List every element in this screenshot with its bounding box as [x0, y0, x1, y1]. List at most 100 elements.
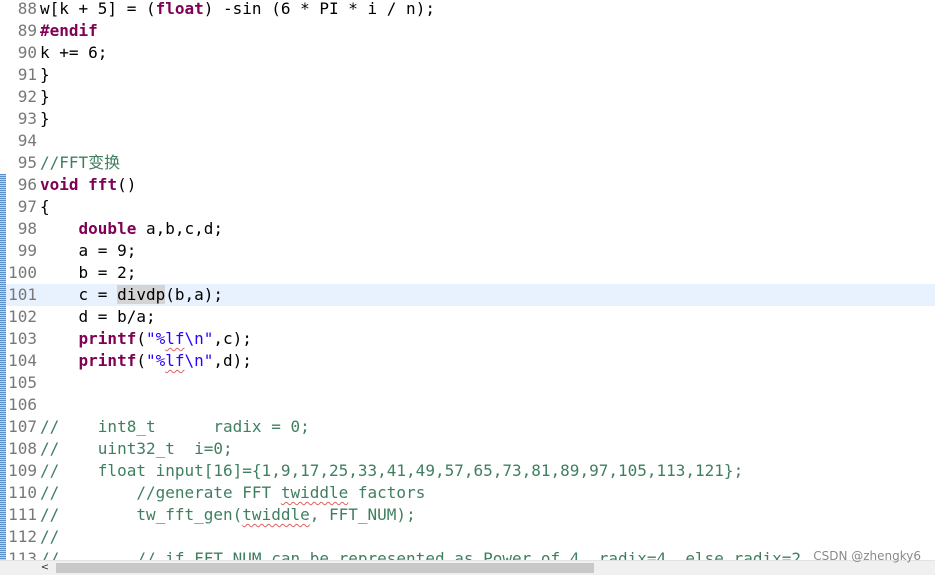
code-line[interactable]: 92}: [0, 86, 935, 108]
code-text: //: [40, 526, 59, 548]
code-token: ,d);: [213, 351, 252, 370]
code-line[interactable]: 111// tw_fft_gen(twiddle, FFT_NUM);: [0, 504, 935, 526]
code-line[interactable]: 113// // if FFT_NUM can be represented a…: [0, 548, 935, 560]
line-number: 103: [8, 329, 37, 348]
code-token: printf: [78, 329, 137, 348]
code-token: lf: [165, 329, 185, 348]
code-line[interactable]: 103 printf("%lf\n",c);: [0, 328, 935, 350]
code-text: // uint32_t i=0;: [40, 438, 233, 460]
code-line[interactable]: 90 k += 6;: [0, 42, 935, 64]
code-line[interactable]: 104 printf("%lf\n",d);: [0, 350, 935, 372]
watermark: CSDN @zhengky6: [813, 549, 921, 563]
code-line[interactable]: 100 b = 2;: [0, 262, 935, 284]
code-text: }: [40, 86, 50, 108]
code-text: }: [40, 64, 50, 86]
code-line[interactable]: 112//: [0, 526, 935, 548]
code-line[interactable]: 110// //generate FFT twiddle factors: [0, 482, 935, 504]
code-line[interactable]: 108// uint32_t i=0;: [0, 438, 935, 460]
code-line[interactable]: 107// int8_t radix = 0;: [0, 416, 935, 438]
code-token: \n": [184, 351, 214, 370]
code-text: k += 6;: [40, 42, 107, 64]
code-line[interactable]: 99 a = 9;: [0, 240, 935, 262]
line-number: 109: [8, 461, 37, 480]
code-text: // //generate FFT twiddle factors: [40, 482, 425, 504]
scroll-left-arrow-icon[interactable]: <: [38, 561, 52, 575]
code-text: w[k + 5] = (float) -sin (6 * PI * i / n)…: [40, 0, 435, 20]
line-number: 89: [17, 21, 37, 40]
line-number: 96: [17, 175, 37, 194]
code-token: //FFT变换: [40, 153, 121, 172]
code-token: #endif: [40, 21, 98, 40]
line-number: 104: [8, 351, 37, 370]
code-text: {: [40, 196, 50, 218]
code-token: }: [40, 65, 50, 84]
code-token: // float input[16]={1,9,17,25,33,41,49,5…: [40, 461, 744, 480]
code-text: d = b/a;: [40, 306, 156, 328]
code-text: }: [40, 108, 50, 130]
code-line[interactable]: 97{: [0, 196, 935, 218]
line-number: 98: [17, 219, 37, 238]
line-number: 91: [17, 65, 37, 84]
code-token: a,b,c,d;: [136, 219, 224, 238]
code-token: }: [40, 109, 50, 128]
line-number: 92: [17, 87, 37, 106]
code-line[interactable]: 96 void fft(): [0, 174, 935, 196]
line-number: 110: [8, 483, 37, 502]
code-token: float: [155, 0, 204, 18]
code-line[interactable]: 91}: [0, 64, 935, 86]
scrollbar-thumb[interactable]: [56, 563, 594, 573]
code-text: #endif: [40, 20, 98, 42]
code-token: , FFT_NUM);: [309, 505, 416, 524]
code-token: factors: [348, 483, 426, 502]
code-text: c = divdp(b,a);: [40, 284, 223, 306]
code-line[interactable]: 109// float input[16]={1,9,17,25,33,41,4…: [0, 460, 935, 482]
code-token: k += 6;: [40, 43, 108, 62]
code-token: // int8_t radix = 0;: [40, 417, 310, 436]
code-token: //: [40, 527, 60, 546]
line-number: 95: [17, 153, 37, 172]
line-number: 100: [8, 263, 37, 282]
code-text: // // if FFT_NUM can be represented as P…: [40, 548, 801, 560]
code-token: twiddle: [242, 505, 310, 524]
code-token: // uint32_t i=0;: [40, 439, 233, 458]
code-text: //FFT变换: [40, 152, 120, 174]
code-token: ) -sin (6 * PI * i / n);: [203, 0, 435, 18]
code-token: // // if FFT_NUM can be represented as P…: [40, 549, 801, 560]
line-number: 108: [8, 439, 37, 458]
code-line[interactable]: 88 w[k + 5] = (float) -sin (6 * PI * i / …: [0, 0, 935, 20]
line-number: 111: [8, 505, 37, 524]
line-number: 112: [8, 527, 37, 546]
line-number: 97: [17, 197, 37, 216]
code-line[interactable]: 93}: [0, 108, 935, 130]
code-text: printf("%lf\n",d);: [40, 350, 252, 372]
code-line[interactable]: 98 double a,b,c,d;: [0, 218, 935, 240]
horizontal-scrollbar[interactable]: <: [0, 560, 935, 575]
code-token: divdp: [117, 285, 166, 304]
code-editor[interactable]: 88 w[k + 5] = (float) -sin (6 * PI * i / …: [0, 0, 935, 560]
line-number: 101: [8, 285, 37, 304]
code-token: {: [40, 197, 50, 216]
code-line[interactable]: 101 c = divdp(b,a);: [0, 284, 935, 306]
line-number: 99: [17, 241, 37, 260]
code-text: a = 9;: [40, 240, 137, 262]
line-number: 105: [8, 373, 37, 392]
code-token: (: [136, 329, 146, 348]
code-text: // tw_fft_gen(twiddle, FFT_NUM);: [40, 504, 416, 526]
line-number: 113: [8, 549, 37, 560]
code-token: lf: [165, 351, 185, 370]
code-line[interactable]: 102 d = b/a;: [0, 306, 935, 328]
code-line[interactable]: 89 #endif: [0, 20, 935, 42]
code-token: "%: [145, 329, 166, 348]
code-line[interactable]: 94: [0, 130, 935, 152]
code-token: ,c);: [213, 329, 252, 348]
code-line[interactable]: 95//FFT变换: [0, 152, 935, 174]
line-number: 90: [17, 43, 37, 62]
code-token: c =: [40, 285, 118, 304]
code-token: twiddle: [280, 483, 349, 502]
code-line[interactable]: 105: [0, 372, 935, 394]
code-token: d = b/a;: [40, 307, 156, 326]
code-line[interactable]: 106: [0, 394, 935, 416]
